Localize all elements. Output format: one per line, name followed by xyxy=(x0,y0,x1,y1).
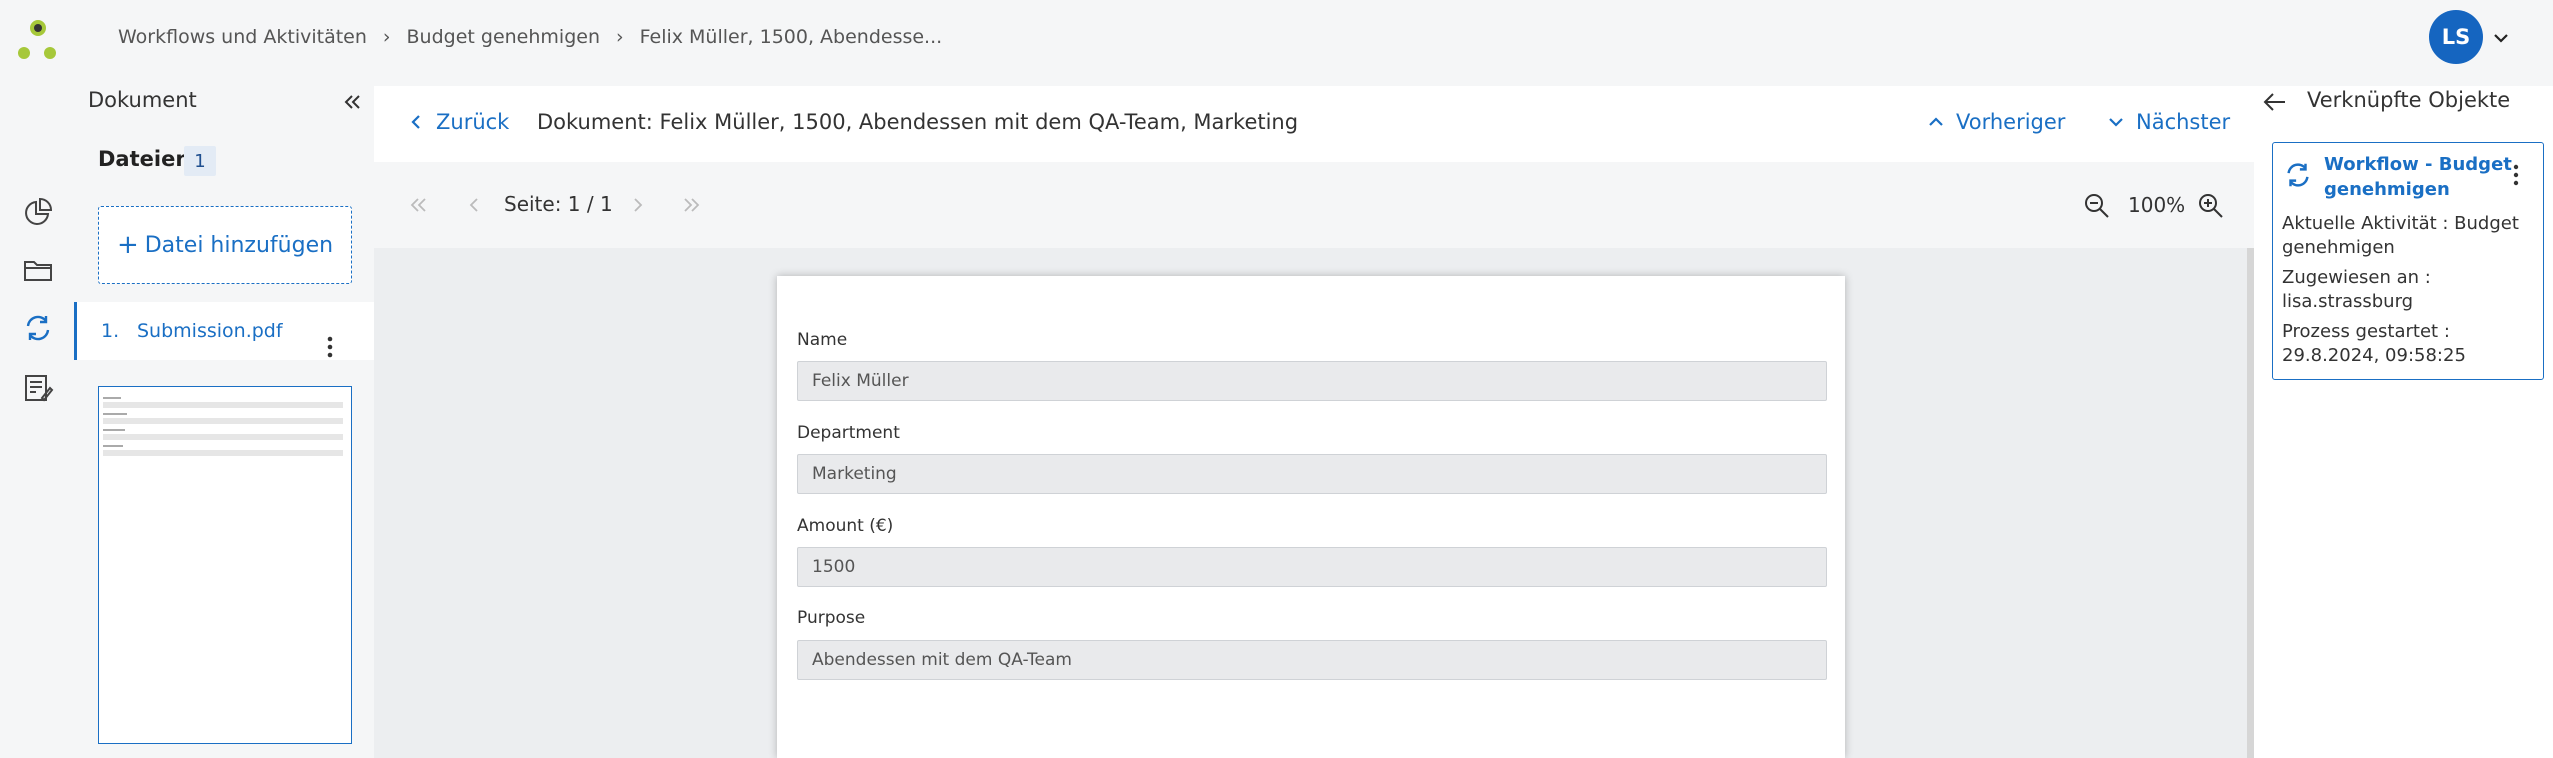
previous-button[interactable]: Vorheriger xyxy=(1928,110,2065,134)
dashboard-chart-icon[interactable] xyxy=(22,196,54,228)
breadcrumb-item-budget[interactable]: Budget genehmigen xyxy=(407,26,600,48)
next-label: Nächster xyxy=(2136,110,2231,134)
back-button[interactable]: Zurück xyxy=(410,110,509,134)
breadcrumb-item-workflows[interactable]: Workflows und Aktivitäten xyxy=(118,26,367,48)
field-label-amount: Amount (€) xyxy=(797,516,894,536)
arrow-left-icon[interactable] xyxy=(2262,90,2288,114)
zoom-in-icon[interactable] xyxy=(2197,192,2225,220)
zoom-level: 100% xyxy=(2128,193,2186,217)
document-thumbnail[interactable] xyxy=(98,386,352,744)
field-label-department: Department xyxy=(797,423,900,443)
app-logo[interactable] xyxy=(16,18,60,62)
chevron-left-icon xyxy=(410,114,422,130)
field-value-purpose: Abendessen mit dem QA-Team xyxy=(797,640,1827,680)
pdf-page xyxy=(777,276,1845,758)
field-label-name: Name xyxy=(797,330,848,350)
workflow-card-title[interactable]: Workflow - Budget genehmigen xyxy=(2324,152,2514,202)
more-vertical-icon[interactable] xyxy=(320,334,340,362)
add-file-button[interactable]: + Datei hinzufügen xyxy=(98,206,352,284)
next-page-icon[interactable] xyxy=(626,193,650,217)
user-avatar[interactable]: LS xyxy=(2429,10,2483,64)
first-page-icon[interactable] xyxy=(406,193,430,217)
plus-icon: + xyxy=(116,230,139,260)
folder-icon[interactable] xyxy=(22,254,54,286)
thumbnail-preview xyxy=(103,397,343,456)
assigned-to: Zugewiesen an : lisa.strassburg xyxy=(2282,267,2431,312)
file-name: Submission.pdf xyxy=(137,320,283,342)
field-value-name: Felix Müller xyxy=(797,361,1827,401)
last-page-icon[interactable] xyxy=(680,193,704,217)
collapse-panel-icon[interactable] xyxy=(340,90,364,114)
zoom-out-icon[interactable] xyxy=(2083,192,2111,220)
field-value-department: Marketing xyxy=(797,454,1827,494)
chevron-right-icon: › xyxy=(382,26,391,48)
workflow-sync-icon xyxy=(2283,160,2313,190)
next-button[interactable]: Nächster xyxy=(2108,110,2230,134)
back-label: Zurück xyxy=(436,110,510,134)
previous-page-icon[interactable] xyxy=(462,193,486,217)
field-label-purpose: Purpose xyxy=(797,608,866,628)
viewer-toolbar xyxy=(374,162,2254,248)
chevron-down-icon[interactable] xyxy=(2491,28,2511,48)
workflow-sync-icon[interactable] xyxy=(22,312,54,344)
chevron-up-icon xyxy=(1928,116,1944,128)
panel-title: Dokument xyxy=(88,88,197,112)
files-heading: Dateien xyxy=(98,147,191,171)
document-title: Dokument: Felix Müller, 1500, Abendessen… xyxy=(537,110,1299,134)
chevron-right-icon: › xyxy=(616,26,624,48)
files-count-badge: 1 xyxy=(184,146,216,176)
chevron-down-icon xyxy=(2108,116,2124,128)
add-file-label: Datei hinzufügen xyxy=(144,232,334,258)
file-index: 1. xyxy=(101,320,120,342)
current-activity: Aktuelle Aktivität : Budget genehmigen xyxy=(2282,213,2519,258)
task-list-icon[interactable] xyxy=(22,372,54,404)
more-vertical-icon[interactable] xyxy=(2510,162,2522,188)
page-indicator: Seite: 1 / 1 xyxy=(504,192,613,216)
previous-label: Vorheriger xyxy=(1956,110,2066,134)
breadcrumb: Workflows und Aktivitäten › Budget geneh… xyxy=(118,24,942,50)
linked-objects-title: Verknüpfte Objekte xyxy=(2307,88,2511,112)
breadcrumb-item-document: Felix Müller, 1500, Abendesse... xyxy=(639,26,943,48)
field-value-amount: 1500 xyxy=(797,547,1827,587)
process-started: Prozess gestartet : 29.8.2024, 09:58:25 xyxy=(2282,321,2466,366)
